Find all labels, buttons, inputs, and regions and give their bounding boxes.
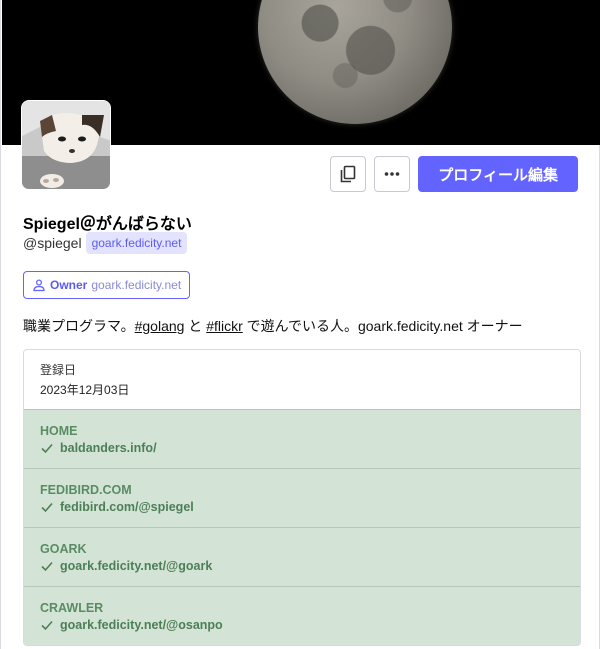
field-value: 2023年12月03日 bbox=[40, 383, 130, 397]
field-link[interactable]: fedibird.com/@spiegel bbox=[40, 500, 564, 514]
account-handle-row: @spiegel goark.fedicity.net bbox=[23, 232, 188, 254]
avatar[interactable] bbox=[21, 100, 111, 190]
verified-field-goark: GOARK goark.fedicity.net/@goark bbox=[24, 527, 580, 586]
role-badge: Owner goark.fedicity.net bbox=[23, 271, 191, 299]
bio-text: 職業プログラマ。 bbox=[23, 318, 135, 334]
field-link[interactable]: goark.fedicity.net/@goark bbox=[40, 559, 564, 573]
profile-bio: 職業プログラマ。#golang と #flickr で遊んでいる人。goark.… bbox=[23, 316, 523, 336]
field-label: FEDIBIRD.COM bbox=[40, 482, 132, 497]
account-handle: @spiegel bbox=[23, 235, 82, 251]
field-value: goark.fedicity.net/@goark bbox=[60, 558, 213, 573]
bio-text: と bbox=[184, 318, 207, 334]
copy-icon bbox=[340, 165, 356, 183]
moon-image bbox=[258, 0, 452, 124]
hashtag-golang[interactable]: #golang bbox=[135, 318, 185, 334]
field-value: baldanders.info/ bbox=[60, 440, 157, 455]
field-label: CRAWLER bbox=[40, 600, 104, 615]
bio-text: で遊んでいる人。goark.fedicity.net オーナー bbox=[242, 318, 523, 334]
profile-page: プロフィール編集 Spiegel＠がんばらない @spiegel goark.f… bbox=[0, 0, 600, 649]
check-icon bbox=[41, 561, 53, 571]
verified-field-crawler: CRAWLER goark.fedicity.net/@osanpo bbox=[24, 586, 580, 645]
profile-actions: プロフィール編集 bbox=[330, 156, 578, 192]
check-icon bbox=[41, 620, 53, 630]
field-link[interactable]: goark.fedicity.net/@osanpo bbox=[40, 618, 564, 632]
more-options-button[interactable] bbox=[374, 156, 411, 192]
edit-profile-button[interactable]: プロフィール編集 bbox=[418, 156, 578, 192]
field-link[interactable]: baldanders.info/ bbox=[40, 441, 564, 455]
verified-field-fedibird: FEDIBIRD.COM fedibird.com/@spiegel bbox=[24, 468, 580, 527]
display-name: Spiegel＠がんばらない bbox=[23, 216, 192, 233]
field-label: HOME bbox=[40, 423, 78, 438]
verified-field-home: HOME baldanders.info/ bbox=[24, 409, 580, 468]
copy-link-button[interactable] bbox=[330, 156, 367, 192]
profile-fields: 登録日 2023年12月03日 HOME baldanders.info/ FE… bbox=[23, 349, 581, 646]
avatar-image bbox=[22, 101, 110, 189]
field-value: goark.fedicity.net/@osanpo bbox=[60, 617, 223, 632]
more-icon bbox=[384, 172, 400, 176]
domain-badge[interactable]: goark.fedicity.net bbox=[85, 232, 188, 254]
user-icon bbox=[33, 279, 45, 292]
role-domain: goark.fedicity.net bbox=[91, 278, 182, 292]
field-label: GOARK bbox=[40, 541, 87, 556]
role-name: Owner bbox=[50, 278, 88, 292]
joined-field: 登録日 2023年12月03日 bbox=[24, 350, 580, 409]
field-value: fedibird.com/@spiegel bbox=[60, 499, 194, 514]
check-icon bbox=[41, 502, 53, 512]
check-icon bbox=[41, 443, 53, 453]
field-label: 登録日 bbox=[40, 363, 77, 377]
hashtag-flickr[interactable]: #flickr bbox=[206, 318, 243, 334]
